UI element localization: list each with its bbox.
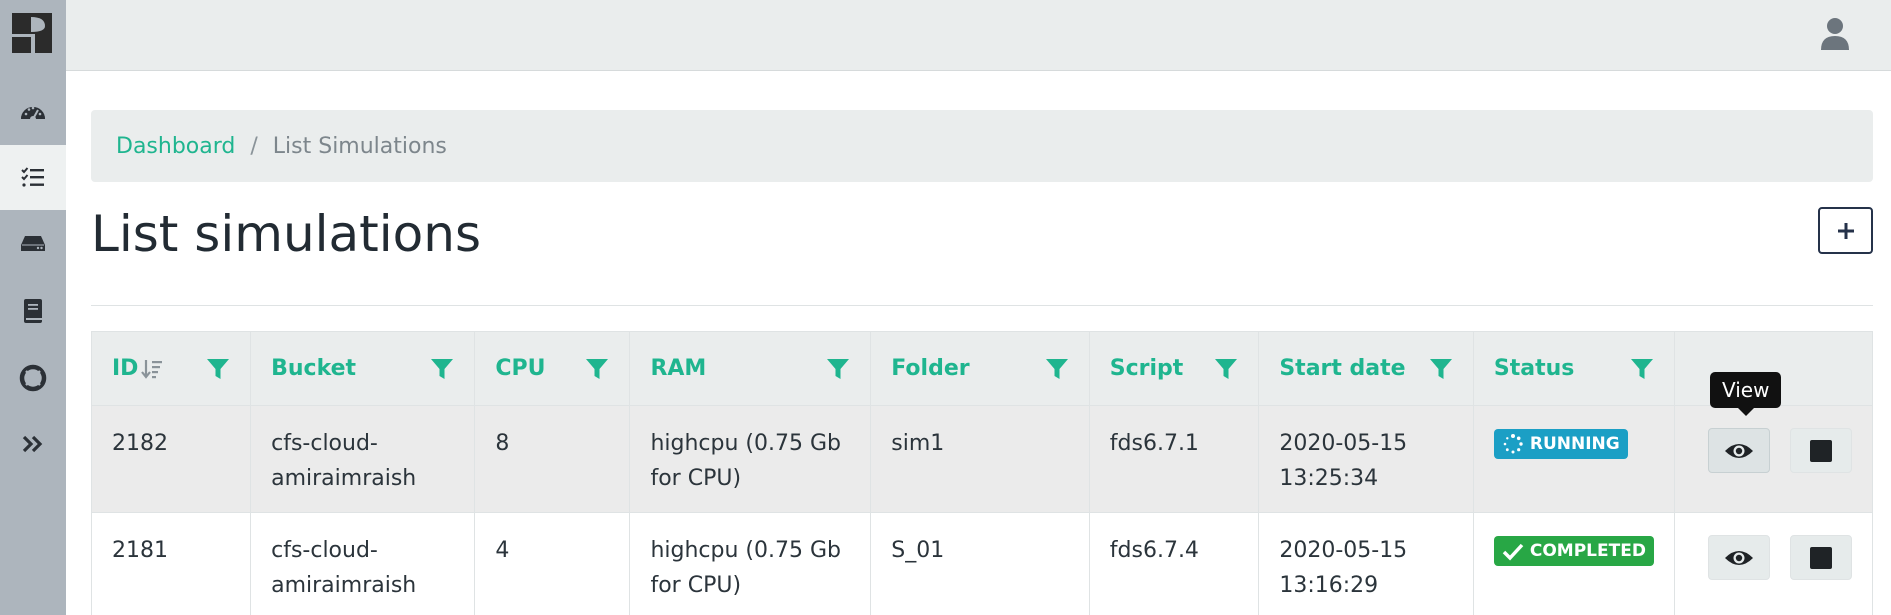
column-label: Folder — [891, 356, 970, 381]
filter-icon[interactable] — [206, 357, 230, 381]
column-header-bucket[interactable]: Bucket — [250, 331, 476, 406]
table-row[interactable]: 2181 cfs-cloud-amiraimraish 4 highcpu (0… — [90, 512, 1874, 615]
lifebuoy-icon — [19, 364, 47, 391]
column-header-id[interactable]: ID — [90, 331, 252, 406]
checkmark-icon — [1502, 543, 1524, 561]
column-label: Start date — [1279, 356, 1406, 381]
simulations-table: ID Bucket CPU RAM Folder Script Start da… — [90, 331, 1874, 615]
filter-icon[interactable] — [1045, 357, 1069, 381]
sidebar-item-simulations[interactable] — [0, 145, 66, 210]
cell-bucket: cfs-cloud-amiraimraish — [250, 512, 476, 615]
column-header-ram[interactable]: RAM — [629, 331, 872, 406]
cell-start-date: 2020-05-15 13:25:34 — [1258, 405, 1474, 513]
column-header-start-date[interactable]: Start date — [1258, 331, 1474, 406]
filter-icon[interactable] — [1429, 357, 1453, 381]
stop-icon — [1809, 439, 1832, 462]
view-button[interactable] — [1707, 428, 1770, 473]
status-badge: COMPLETED — [1493, 536, 1654, 566]
filter-icon[interactable] — [585, 357, 609, 381]
breadcrumb: Dashboard / List Simulations — [91, 110, 1873, 182]
status-badge: RUNNING — [1493, 429, 1628, 459]
cell-status: RUNNING — [1472, 405, 1675, 513]
breadcrumb-dashboard-link[interactable]: Dashboard — [116, 134, 235, 159]
cell-cpu: 8 — [474, 405, 631, 513]
spinner-icon — [1503, 434, 1523, 454]
top-bar — [66, 0, 1891, 71]
double-chevron-right-icon — [22, 435, 43, 452]
stop-icon — [1809, 546, 1832, 569]
sidebar-item-support[interactable] — [0, 345, 66, 410]
column-label: CPU — [495, 356, 546, 381]
sidebar — [0, 0, 66, 615]
cell-id: 2181 — [90, 512, 252, 615]
cell-ram: highcpu (0.75 Gb for CPU) — [629, 405, 872, 513]
stop-button[interactable] — [1789, 428, 1852, 473]
table-header-row: ID Bucket CPU RAM Folder Script Start da… — [90, 331, 1874, 406]
filter-icon[interactable] — [826, 357, 850, 381]
filter-icon[interactable] — [1630, 357, 1654, 381]
cell-actions — [1673, 405, 1874, 513]
breadcrumb-current: List Simulations — [272, 133, 447, 159]
cell-start-date: 2020-05-15 13:16:29 — [1258, 512, 1474, 615]
stop-button[interactable] — [1789, 535, 1852, 580]
title-divider — [91, 305, 1873, 306]
add-simulation-button[interactable] — [1818, 207, 1873, 254]
column-label: Bucket — [271, 356, 357, 381]
view-tooltip: View — [1710, 372, 1782, 416]
sort-descending-icon[interactable] — [140, 357, 164, 381]
plus-icon — [1837, 222, 1854, 239]
column-label: Script — [1109, 356, 1184, 381]
cell-bucket: cfs-cloud-amiraimraish — [250, 405, 476, 513]
sidebar-item-expand[interactable] — [0, 411, 66, 476]
column-header-script[interactable]: Script — [1088, 331, 1260, 406]
sidebar-item-storage[interactable] — [0, 210, 66, 275]
cell-status: COMPLETED — [1472, 512, 1675, 615]
column-header-cpu[interactable]: CPU — [474, 331, 631, 406]
sidebar-item-docs[interactable] — [0, 278, 66, 343]
cell-script: fds6.7.4 — [1088, 512, 1260, 615]
user-icon[interactable] — [1819, 17, 1851, 51]
speedometer-icon — [21, 106, 45, 122]
column-label: ID — [112, 356, 139, 381]
hard-drive-icon — [21, 235, 45, 251]
column-label: Status — [1493, 356, 1575, 381]
status-label: RUNNING — [1529, 434, 1620, 454]
column-header-status[interactable]: Status — [1472, 331, 1675, 406]
cell-cpu: 4 — [474, 512, 631, 615]
filter-icon[interactable] — [1214, 357, 1238, 381]
cell-folder: S_01 — [870, 512, 1090, 615]
column-header-folder[interactable]: Folder — [870, 331, 1090, 406]
page-title: List simulations — [91, 205, 481, 263]
app-logo[interactable] — [9, 10, 55, 56]
cell-folder: sim1 — [870, 405, 1090, 513]
eye-icon — [1724, 550, 1753, 565]
cell-actions — [1673, 512, 1874, 615]
eye-icon — [1724, 443, 1753, 458]
checklist-icon — [21, 166, 44, 187]
book-icon — [24, 298, 42, 323]
column-label: RAM — [650, 356, 707, 381]
table-row[interactable]: 2182 cfs-cloud-amiraimraish 8 highcpu (0… — [90, 405, 1874, 513]
sidebar-item-dashboard[interactable] — [0, 80, 66, 145]
filter-icon[interactable] — [430, 357, 454, 381]
cell-id: 2182 — [90, 405, 252, 513]
cell-ram: highcpu (0.75 Gb for CPU) — [629, 512, 872, 615]
cell-script: fds6.7.1 — [1088, 405, 1260, 513]
view-button[interactable] — [1707, 535, 1770, 580]
status-label: COMPLETED — [1529, 541, 1646, 561]
breadcrumb-separator: / — [250, 133, 258, 159]
